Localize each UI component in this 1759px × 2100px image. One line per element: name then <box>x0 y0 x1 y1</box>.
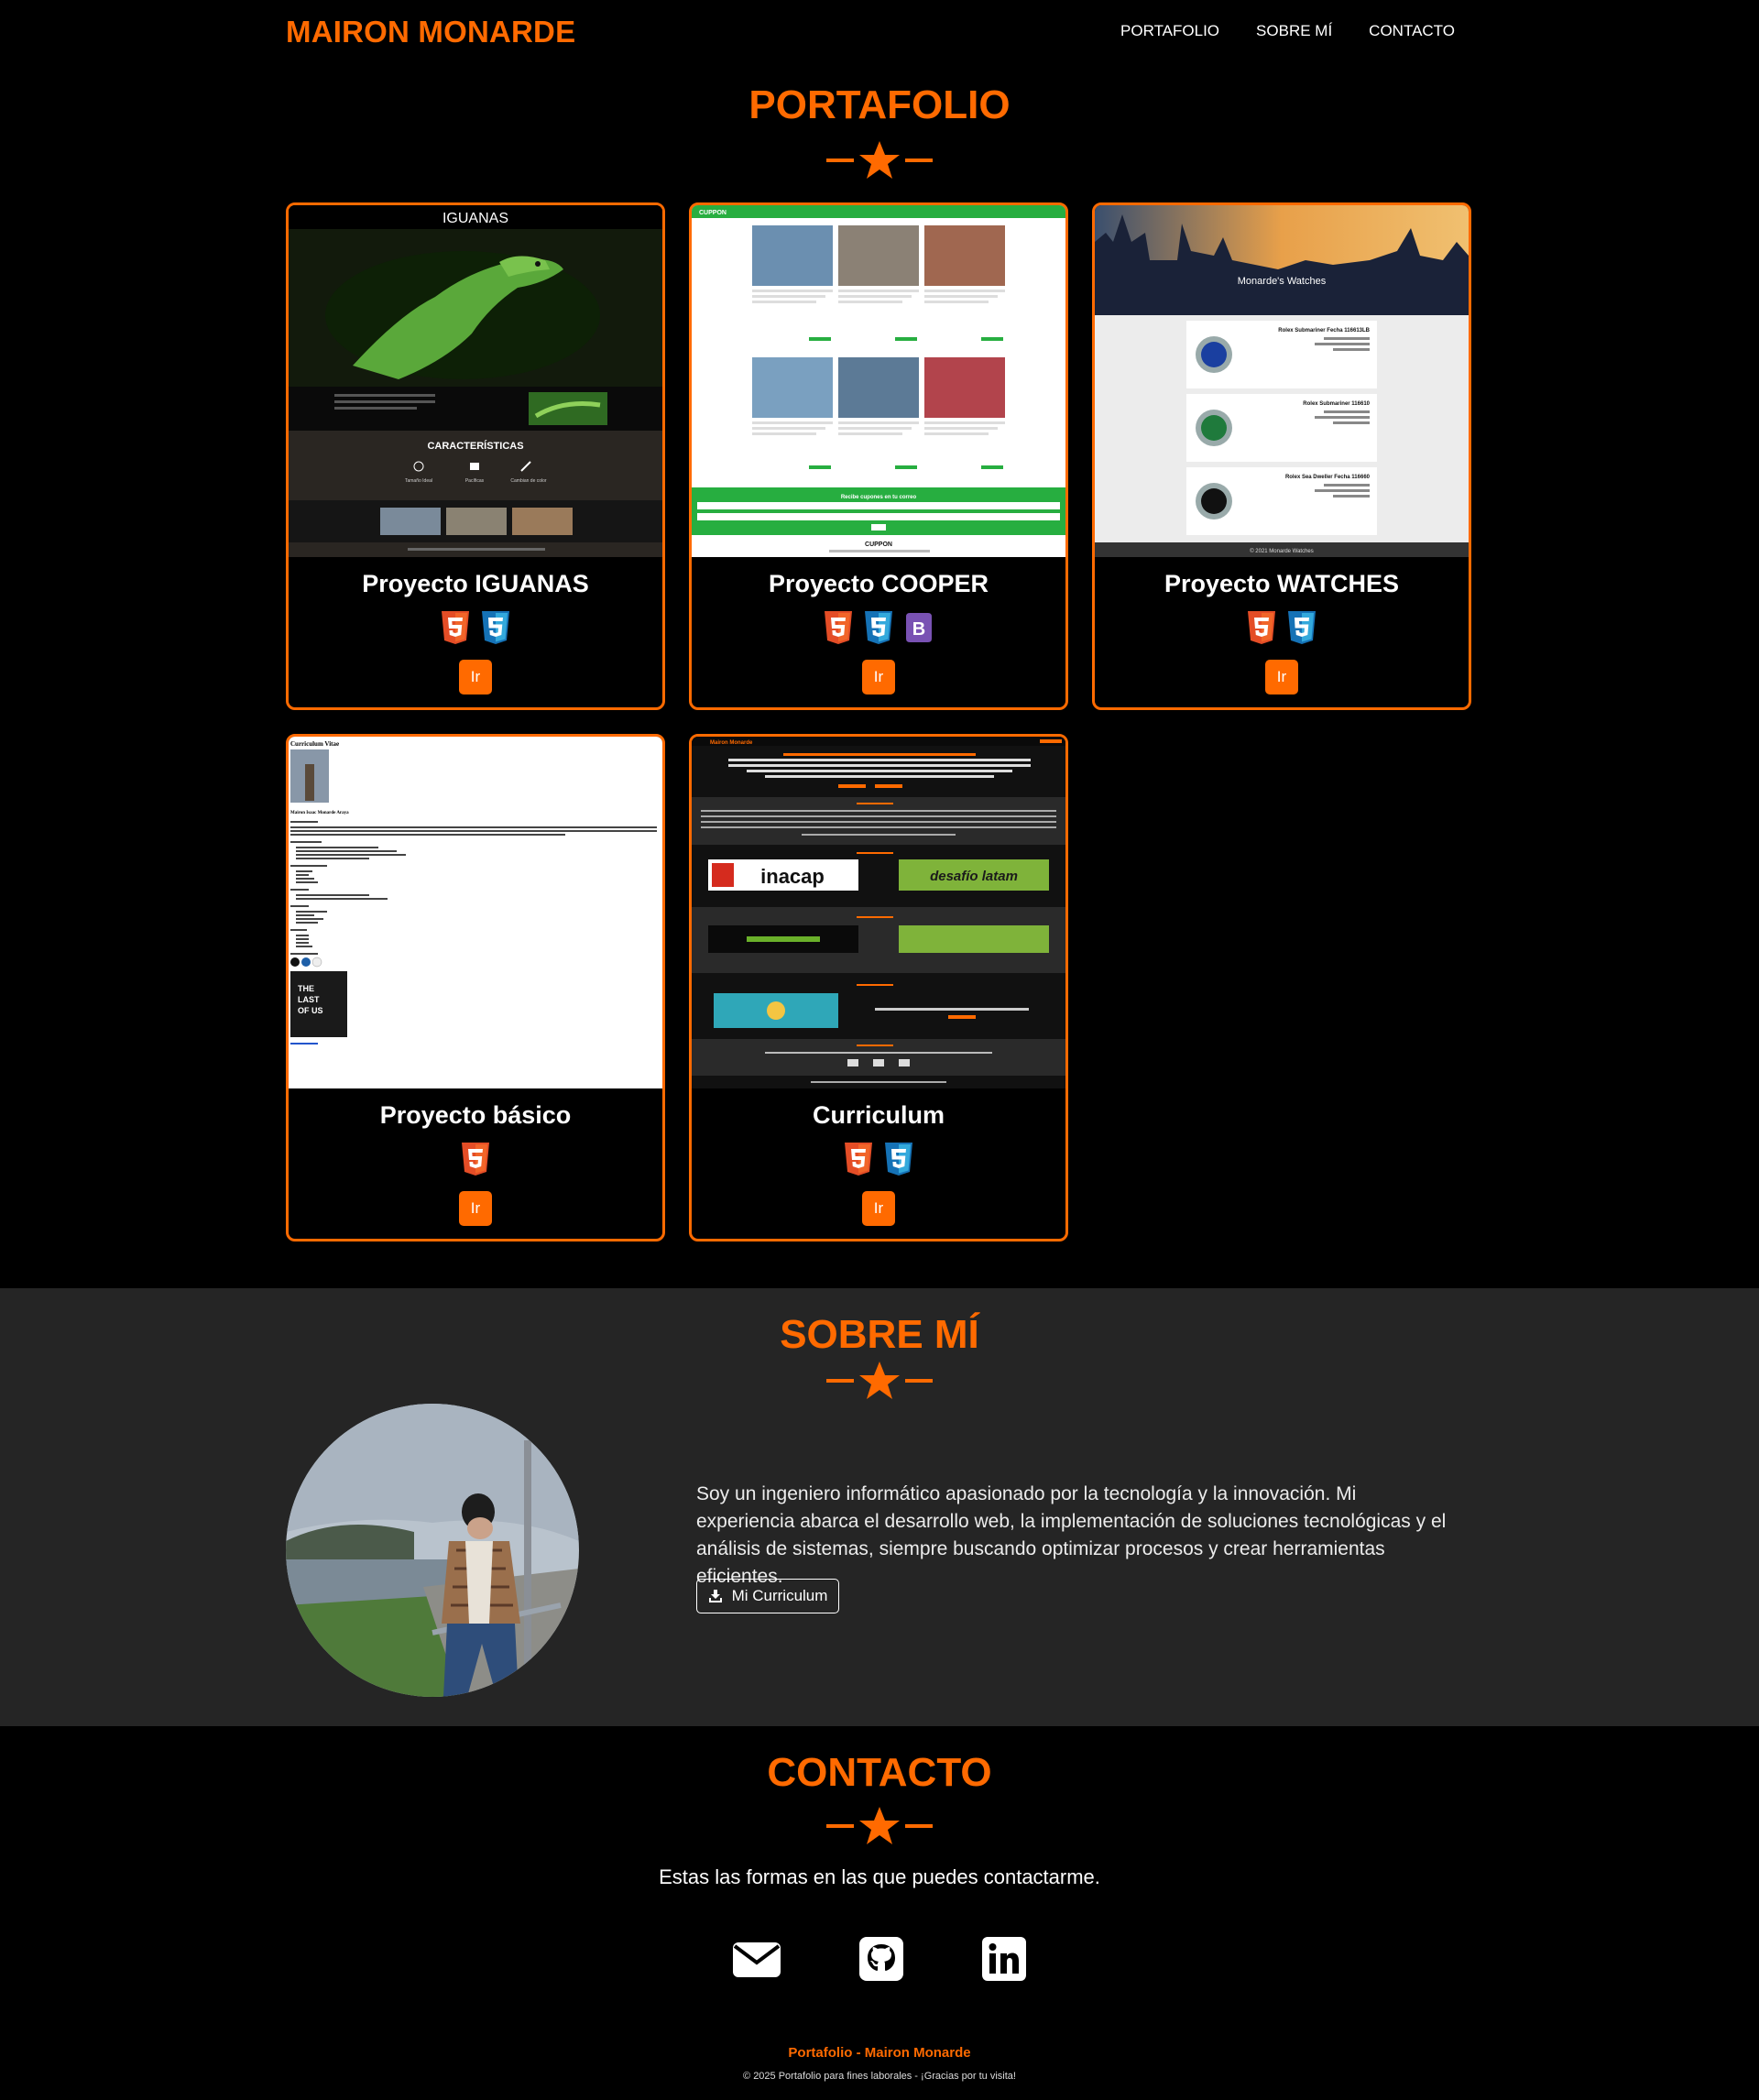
contact-title: CONTACTO <box>767 1750 992 1795</box>
preview-section: CARACTERÍSTICAS <box>427 440 523 452</box>
project-thumbnail: CUPPON Recibe cupones en tu correo CUPPO… <box>692 205 1065 557</box>
project-go-button[interactable]: Ir <box>459 1191 492 1226</box>
project-go-button[interactable]: Ir <box>862 660 895 695</box>
tech-badges <box>289 1142 662 1176</box>
svg-text:Curriculum Vitae: Curriculum Vitae <box>290 740 339 748</box>
project-title: Proyecto IGUANAS <box>362 570 589 597</box>
profile-photo <box>286 1404 579 1697</box>
html5-icon <box>460 1142 491 1176</box>
project-thumbnail: Mairon Monarde inacap desafío latam <box>692 737 1065 1088</box>
project-title: Proyecto WATCHES <box>1164 570 1400 597</box>
project-go-button[interactable]: Ir <box>1265 660 1298 695</box>
about-description: Soy un ingeniero informático apasionado … <box>696 1483 1447 1587</box>
project-go-button[interactable]: Ir <box>862 1191 895 1226</box>
svg-text:Recibe cupones en tu correo: Recibe cupones en tu correo <box>841 495 917 500</box>
svg-text:Rolex Submariner Fecha 116613L: Rolex Submariner Fecha 116613LB <box>1278 328 1370 334</box>
html5-icon <box>1246 610 1277 645</box>
download-cv-label: Mi Curriculum <box>731 1587 828 1604</box>
html5-icon <box>823 610 854 645</box>
email-icon[interactable] <box>731 1933 782 1985</box>
star-divider-icon <box>826 1360 933 1402</box>
svg-text:© 2021 Monarde Watches: © 2021 Monarde Watches <box>1250 548 1314 554</box>
nav-link-portafolio[interactable]: PORTAFOLIO <box>1120 22 1219 40</box>
svg-text:Tamaño Ideal: Tamaño Ideal <box>405 478 432 484</box>
tech-badges <box>1095 610 1469 645</box>
html5-icon <box>843 1142 874 1176</box>
css3-icon <box>1286 610 1317 645</box>
svg-text:LAST: LAST <box>298 995 320 1004</box>
top-navbar: MAIRON MONARDE PORTAFOLIO SOBRE MÍ CONTA… <box>0 0 1759 66</box>
project-title: Proyecto básico <box>379 1101 572 1129</box>
portfolio-title: PORTAFOLIO <box>748 82 1011 127</box>
svg-text:Rolex Sea Dweller Fecha 116660: Rolex Sea Dweller Fecha 116660 <box>1285 475 1371 480</box>
bootstrap-icon <box>903 610 934 645</box>
linkedin-icon[interactable] <box>978 1933 1030 1985</box>
project-card-watches: Monarde's Watches Rolex Submariner Fecha… <box>1092 202 1471 710</box>
svg-text:OF US: OF US <box>298 1006 323 1015</box>
project-thumbnail: IGUANAS CARACTERÍSTICAS Tamaño Ideal Pac… <box>289 205 662 557</box>
svg-text:Mairon Monarde: Mairon Monarde <box>710 740 753 746</box>
nav-links: PORTAFOLIO SOBRE MÍ CONTACTO <box>1120 22 1455 40</box>
project-thumbnail: Curriculum Vitae Mairon Isaac Monarde Ar… <box>289 737 662 1088</box>
html5-icon <box>440 610 471 645</box>
svg-text:Mairon Isaac Monarde Araya: Mairon Isaac Monarde Araya <box>290 811 349 815</box>
download-cv-button[interactable]: Mi Curriculum <box>696 1579 839 1613</box>
css3-icon <box>883 1142 914 1176</box>
project-go-button[interactable]: Ir <box>459 660 492 695</box>
tech-badges <box>692 1142 1065 1176</box>
preview-heading: IGUANAS <box>442 211 508 226</box>
svg-text:CUPPON: CUPPON <box>865 541 892 548</box>
github-icon[interactable] <box>856 1933 907 1985</box>
footer-copyright: © 2025 Portafolio para fines laborales -… <box>743 2071 1016 2082</box>
svg-text:CUPPON: CUPPON <box>699 210 727 216</box>
svg-text:THE: THE <box>298 984 314 993</box>
project-card-curriculum: Mairon Monarde inacap desafío latam Curr… <box>689 734 1068 1241</box>
tech-badges <box>289 610 662 645</box>
footer-title: Portafolio - Mairon Monarde <box>788 2045 971 2061</box>
svg-text:inacap: inacap <box>760 865 825 888</box>
project-card-iguanas: IGUANAS CARACTERÍSTICAS Tamaño Ideal Pac… <box>286 202 665 710</box>
svg-text:Cambian de color: Cambian de color <box>510 478 547 484</box>
about-title: SOBRE MÍ <box>780 1312 979 1357</box>
svg-text:Monarde's Watches: Monarde's Watches <box>1238 276 1327 287</box>
project-title: Proyecto COOPER <box>768 570 989 597</box>
about-section: SOBRE MÍ Soy un ingeniero informático ap… <box>0 1288 1759 1726</box>
download-icon <box>708 1590 722 1602</box>
star-divider-icon <box>826 1805 933 1847</box>
contact-subtitle: Estas las formas en las que puedes conta… <box>659 1865 1100 1888</box>
svg-text:desafío latam: desafío latam <box>930 869 1018 884</box>
css3-icon <box>863 610 894 645</box>
nav-link-contacto[interactable]: CONTACTO <box>1369 22 1455 40</box>
svg-text:Rolex Submariner 116610: Rolex Submariner 116610 <box>1303 401 1370 407</box>
svg-text:Pacíficas: Pacíficas <box>465 478 485 484</box>
brand-logo[interactable]: MAIRON MONARDE <box>286 15 575 49</box>
star-divider-icon <box>826 139 933 181</box>
tech-badges <box>692 610 1065 645</box>
project-card-basico: Curriculum Vitae Mairon Isaac Monarde Ar… <box>286 734 665 1241</box>
css3-icon <box>480 610 511 645</box>
nav-link-sobre-mi[interactable]: SOBRE MÍ <box>1256 22 1332 40</box>
project-card-cooper: CUPPON Recibe cupones en tu correo CUPPO… <box>689 202 1068 710</box>
project-title: Curriculum <box>812 1101 945 1129</box>
project-thumbnail: Monarde's Watches Rolex Submariner Fecha… <box>1095 205 1469 557</box>
